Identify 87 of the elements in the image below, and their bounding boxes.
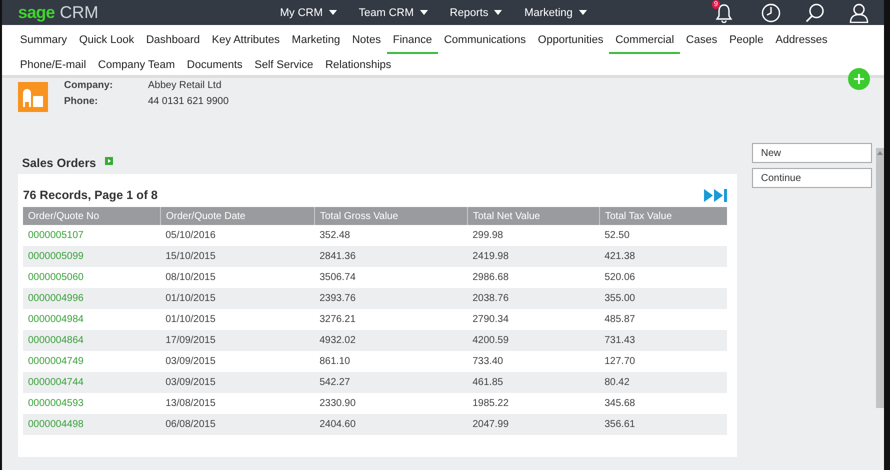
table-cell: 15/10/2015 [166, 251, 216, 262]
table-cell: 299.98 [472, 230, 504, 241]
tab[interactable]: Finance [386, 29, 438, 54]
table-cell: 2038.76 [472, 293, 509, 304]
tab[interactable]: Communications [438, 29, 532, 54]
play-icon[interactable] [105, 156, 114, 164]
add-button[interactable] [848, 68, 870, 90]
table-cell: 2330.90 [320, 398, 356, 409]
tab[interactable]: Marketing [286, 29, 346, 54]
menu-button[interactable]: Reports [440, 6, 512, 18]
table-cell: 355.00 [604, 293, 636, 304]
tab[interactable]: Documents [180, 54, 249, 79]
search-icon[interactable] [805, 2, 825, 22]
table-cell: 05/10/2016 [166, 230, 216, 241]
tab[interactable]: Key Attributes [206, 29, 286, 54]
table-cell: 08/10/2015 [166, 272, 216, 283]
field-value: 44 0131 621 9900 [148, 96, 229, 107]
table-cell: 4200.59 [472, 335, 509, 346]
tab[interactable]: Notes [346, 29, 387, 54]
action-button[interactable]: Continue [752, 168, 872, 188]
table-cell: 485.87 [604, 314, 636, 325]
table-cell: 2404.60 [320, 419, 356, 430]
table-cell: 06/08/2015 [166, 419, 216, 430]
table-cell: 2841.36 [320, 251, 356, 262]
table-cell: 2419.98 [472, 251, 509, 262]
tab[interactable]: Company Team [92, 54, 181, 79]
table-cell: 731.43 [604, 335, 636, 346]
menu-button[interactable]: Team CRM [348, 6, 438, 18]
section-title: Sales Orders [22, 156, 96, 170]
tab[interactable]: Phone/E-mail [14, 54, 92, 79]
building-icon [18, 82, 48, 112]
table-cell: 127.70 [604, 356, 636, 367]
tab[interactable]: Addresses [769, 29, 834, 54]
field-label: Phone: [64, 96, 99, 107]
records-count: 76 Records, Page 1 of 8 [23, 188, 158, 202]
caret-icon [494, 10, 502, 15]
table-cell: 03/09/2015 [166, 377, 216, 388]
logo-product[interactable]: CRM [60, 2, 98, 22]
tab[interactable]: Quick Look [73, 29, 140, 54]
user-icon[interactable] [849, 2, 869, 22]
field-value: Abbey Retail Ltd [148, 80, 222, 91]
table-cell: 01/10/2015 [166, 293, 216, 304]
table-cell: 13/08/2015 [166, 398, 216, 409]
table-cell: 861.10 [320, 356, 350, 367]
tab[interactable]: Opportunities [532, 29, 610, 54]
table-cell: 356.61 [604, 419, 636, 430]
scrollbar[interactable] [876, 148, 884, 408]
table-cell: 421.38 [604, 251, 636, 262]
table-cell: 17/09/2015 [166, 335, 216, 346]
tab[interactable]: People [723, 29, 770, 54]
table-cell: 2047.99 [472, 419, 509, 430]
table-cell: 01/10/2015 [166, 314, 216, 325]
action-button[interactable]: New [752, 143, 872, 163]
tab[interactable]: Self Service [248, 54, 320, 79]
caret-icon [420, 10, 428, 15]
table-cell: 1985.22 [472, 398, 509, 409]
table-cell: 4932.02 [320, 335, 356, 346]
field-label: Company: [64, 80, 114, 91]
caret-icon [578, 10, 587, 15]
bell-icon[interactable] [715, 2, 733, 22]
last-page-icon[interactable] [704, 188, 727, 202]
clock-icon[interactable] [761, 2, 781, 22]
tab[interactable]: Dashboard [140, 29, 206, 54]
table-cell: 345.68 [604, 398, 636, 409]
tab[interactable]: Summary [14, 29, 74, 54]
table-cell: 52.50 [604, 230, 630, 241]
table-cell: 2790.34 [472, 314, 509, 325]
table-cell: 733.40 [472, 356, 504, 367]
scroll-up-icon[interactable] [877, 151, 883, 155]
table-cell: 2393.76 [320, 293, 356, 304]
table-cell: 80.42 [604, 377, 630, 388]
plus-icon [854, 74, 864, 84]
table-cell: 03/09/2015 [166, 356, 216, 367]
table-cell: 3506.74 [320, 272, 356, 283]
menu-button[interactable]: Marketing [514, 6, 597, 18]
table-cell: 542.27 [320, 377, 350, 388]
tab[interactable]: Cases [680, 29, 724, 54]
tab[interactable]: Commercial [609, 29, 680, 54]
table-cell: 520.06 [604, 272, 636, 283]
menu-button[interactable]: My CRM [270, 6, 347, 18]
table-cell: 3276.21 [320, 314, 356, 325]
caret-icon [328, 10, 337, 15]
table-cell: 2986.68 [472, 272, 509, 283]
table-cell: 352.48 [320, 230, 350, 241]
table-cell: 461.85 [472, 377, 504, 388]
tab[interactable]: Relationships [319, 54, 398, 79]
logo-brand[interactable]: sage [18, 2, 55, 22]
